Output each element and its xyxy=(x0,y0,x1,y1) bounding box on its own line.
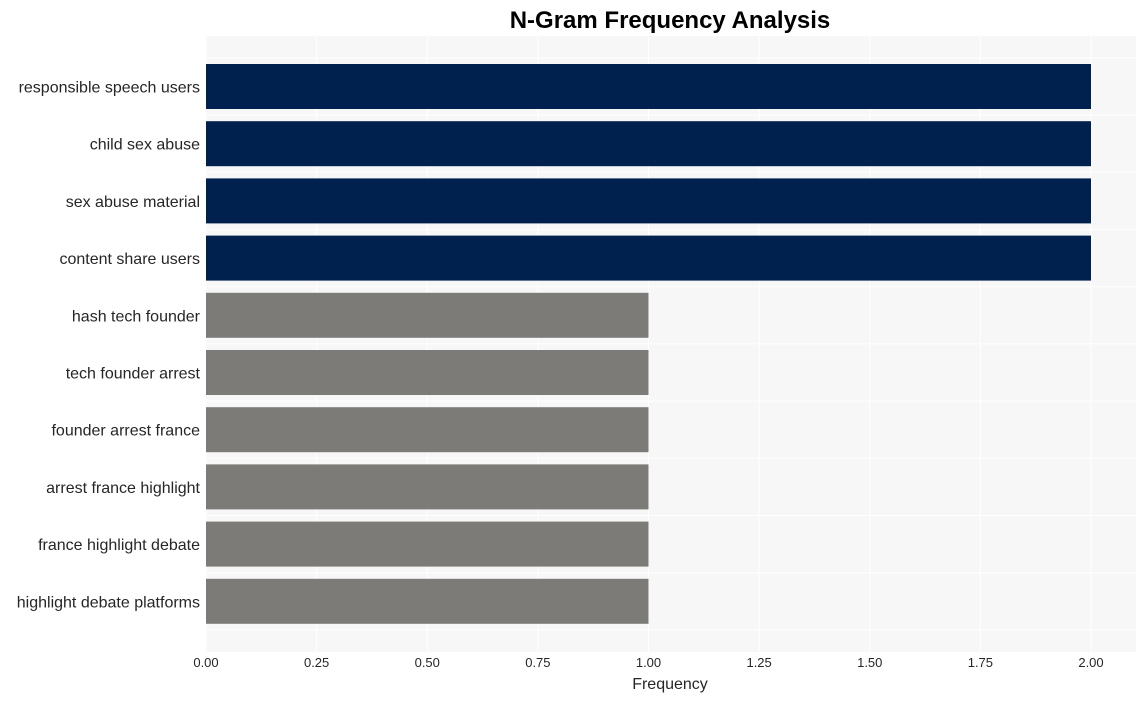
bar-hash-tech-founder xyxy=(206,292,649,338)
y-tick-label: hash tech founder xyxy=(72,308,201,325)
y-tick-label: france highlight debate xyxy=(38,537,200,554)
y-tick-label: arrest france highlight xyxy=(46,480,200,497)
bar-arrest-france-highlight xyxy=(206,464,649,510)
x-tick-label: 1.50 xyxy=(857,655,882,670)
y-tick-label: tech founder arrest xyxy=(66,366,201,383)
x-tick-label: 0.25 xyxy=(304,655,329,670)
bar-responsible-speech-users xyxy=(206,64,1091,109)
y-tick-labels: responsible speech users child sex abuse s… xyxy=(17,80,201,612)
y-tick-label: founder arrest france xyxy=(51,423,200,440)
y-tick-label: content share users xyxy=(59,251,200,268)
x-tick-label: 0.00 xyxy=(193,655,218,670)
x-tick-label: 1.75 xyxy=(968,655,993,670)
y-tick-label: responsible speech users xyxy=(19,80,200,97)
bar-tech-founder-arrest xyxy=(206,350,649,395)
chart-title: N-Gram Frequency Analysis xyxy=(510,7,831,34)
x-axis-label: Frequency xyxy=(632,676,708,693)
bar-child-sex-abuse xyxy=(206,121,1091,167)
y-tick-label: child sex abuse xyxy=(90,137,200,154)
bar-highlight-debate-platforms xyxy=(206,578,649,624)
x-tick-label: 0.50 xyxy=(415,655,440,670)
bar-content-share-users xyxy=(206,235,1091,281)
bar-sex-abuse-material xyxy=(206,178,1091,224)
x-tick-label: 1.25 xyxy=(746,655,771,670)
x-tick-label: 0.75 xyxy=(525,655,550,670)
chart: responsible speech users child sex abuse s… xyxy=(17,7,1136,693)
bar-france-highlight-debate xyxy=(206,521,649,567)
bar-founder-arrest-france xyxy=(206,407,649,453)
x-tick-label: 2.00 xyxy=(1078,655,1103,670)
x-tick-labels: 0.00 0.25 0.50 0.75 1.00 1.25 1.50 1.75 2.00 xyxy=(193,655,1103,670)
x-tick-label: 1.00 xyxy=(636,655,661,670)
y-tick-label: sex abuse material xyxy=(66,194,200,211)
y-tick-label: highlight debate platforms xyxy=(17,594,200,611)
